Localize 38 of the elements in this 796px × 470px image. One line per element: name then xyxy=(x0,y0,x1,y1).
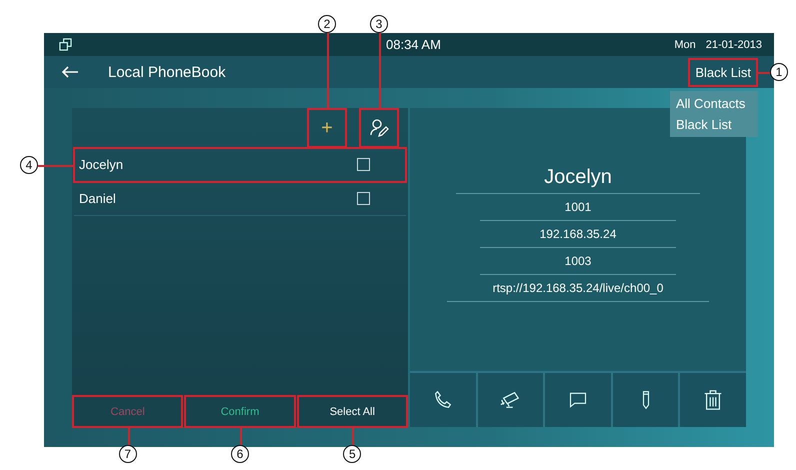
contact-field: rtsp://192.168.35.24/live/ch00_0 xyxy=(446,275,710,302)
leader-line xyxy=(240,427,242,445)
checkbox[interactable] xyxy=(357,158,370,171)
leader-line xyxy=(757,72,770,74)
page-title: Local PhoneBook xyxy=(108,64,226,80)
delete-button[interactable] xyxy=(680,373,746,427)
message-icon xyxy=(568,390,588,410)
leader-line xyxy=(352,427,354,445)
callout-marker: 7 xyxy=(118,445,137,463)
menu-item[interactable]: Black List xyxy=(670,114,758,135)
callout-marker: 3 xyxy=(370,15,388,33)
status-time: 08:34 AM xyxy=(386,37,441,52)
contact-name-heading: Jocelyn xyxy=(456,166,700,194)
status-date: 21-01-2013 xyxy=(706,38,762,50)
trash-icon xyxy=(702,389,724,411)
menu-item[interactable]: All Contacts xyxy=(670,93,758,114)
back-arrow-icon[interactable] xyxy=(61,66,79,78)
contact-row[interactable]: Jocelyn xyxy=(74,148,406,182)
highlight-frame xyxy=(688,58,758,86)
leader-line xyxy=(128,427,130,445)
leader-line xyxy=(38,165,74,167)
contact-field: 192.168.35.24 xyxy=(480,221,676,248)
callout-marker: 1 xyxy=(770,63,788,81)
status-day: Mon xyxy=(674,38,696,50)
contact-field: 1003 xyxy=(480,248,676,275)
checkbox[interactable] xyxy=(357,192,370,205)
contact-name: Jocelyn xyxy=(79,157,124,172)
contact-row[interactable]: Daniel xyxy=(74,182,406,216)
callout-marker: 2 xyxy=(318,15,336,33)
camera-button[interactable] xyxy=(478,373,544,427)
callout-marker: 6 xyxy=(230,445,249,463)
callout-marker: 4 xyxy=(20,156,38,174)
filter-button[interactable]: Black List xyxy=(689,58,757,86)
contact-name: Daniel xyxy=(79,191,116,206)
add-button[interactable]: + xyxy=(308,109,346,147)
callout-marker: 5 xyxy=(343,445,362,463)
contact-field: 1001 xyxy=(480,194,676,221)
window-icon[interactable] xyxy=(59,38,72,51)
